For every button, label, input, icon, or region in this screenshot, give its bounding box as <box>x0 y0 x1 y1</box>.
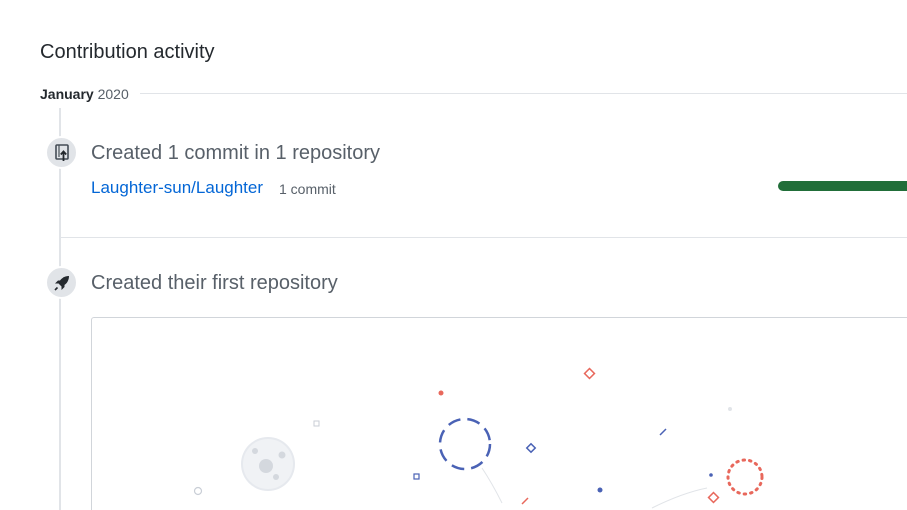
rocket-icon <box>45 266 78 299</box>
month-name: January <box>40 86 94 102</box>
commit-progress-bar <box>778 181 907 191</box>
contribution-activity-heading: Contribution activity <box>40 41 215 63</box>
commit-count-link[interactable]: 1 commit <box>279 181 336 197</box>
commit-progress-fill <box>778 181 907 191</box>
item-separator <box>61 237 907 238</box>
commits-summary-title: Created 1 commit in 1 repository <box>91 142 381 164</box>
first-repository-title: Created their first repository <box>91 272 338 294</box>
repo-push-icon <box>45 136 78 169</box>
month-divider <box>140 93 907 94</box>
month-year: 2020 <box>97 86 129 102</box>
repository-link[interactable]: Laughter-sun/Laughter <box>91 178 263 198</box>
month-label: January 2020 <box>40 86 139 102</box>
space-illustration-art <box>193 367 764 509</box>
month-header: January 2020 <box>40 84 907 104</box>
space-illustration <box>91 317 907 510</box>
